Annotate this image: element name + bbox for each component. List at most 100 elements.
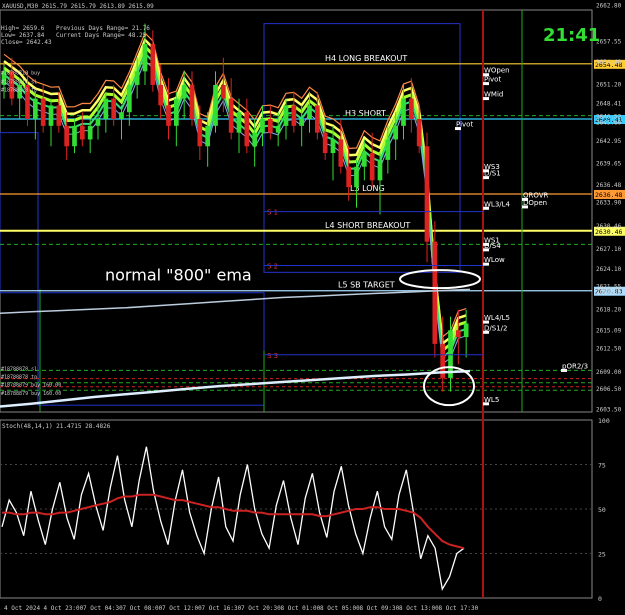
x-tick-label: 8 Oct 09:30 <box>360 605 400 612</box>
price-chart[interactable]: H4 LONG BREAKOUT2654.48H3 SHORT2648.41L3… <box>0 0 625 615</box>
y-tick-label: 2654.48 <box>596 59 622 66</box>
level-label: H3 SHORT <box>345 109 386 118</box>
y-tick-label: 2645.60 <box>596 120 622 127</box>
pivot-label: WMid <box>484 91 503 99</box>
y-tick-label: 2618.20 <box>596 306 622 313</box>
y-tick-label: 2630.46 <box>596 223 622 230</box>
x-tick-label: 8 Oct 17:30 <box>439 605 479 612</box>
level-label: L5 SB TARGET <box>338 281 395 290</box>
candle-body <box>369 153 375 181</box>
candle-body <box>244 112 250 147</box>
stoch-tick-label: 75 <box>598 462 606 470</box>
y-tick-label: 2636.48 <box>596 182 622 189</box>
y-tick-label: 2620.83 <box>596 289 622 296</box>
y-tick-label: 2606.50 <box>596 386 622 393</box>
y-tick-label: 2639.65 <box>596 160 622 167</box>
candle-body <box>455 330 461 338</box>
candle-body <box>275 125 281 133</box>
x-tick-label: 7 Oct 20:30 <box>241 605 281 612</box>
order-label: #18788879 buy 160.00 <box>1 391 61 397</box>
clock-text: 21:41 <box>543 25 600 46</box>
y-tick-label: 2633.90 <box>596 199 622 206</box>
x-tick-label: 4 Oct 23:00 <box>44 605 84 612</box>
y-tick-label: 2603.50 <box>596 407 622 414</box>
candle-body <box>416 119 422 147</box>
candle-body <box>385 139 391 160</box>
y-tick-label: 2609.00 <box>596 369 622 376</box>
x-tick-label: 7 Oct 04:30 <box>83 605 123 612</box>
y-tick-label: 2615.09 <box>596 328 622 335</box>
y-tick-label: 2651.20 <box>596 82 622 89</box>
pivot-label: Pivot <box>484 76 501 84</box>
candle-body <box>103 98 109 120</box>
candle-body <box>189 84 195 120</box>
candle-body <box>142 44 148 72</box>
info-high: High= 2659.6 <box>1 25 45 32</box>
stoch-tick-label: 100 <box>598 417 610 425</box>
pivot-label: WL5 <box>484 396 499 404</box>
candle-body <box>236 112 242 133</box>
order-label: #18788879 buy 160.00 <box>1 383 61 389</box>
s-label: S 1 <box>267 209 278 217</box>
candle-body <box>158 84 164 106</box>
y-tick-label: 2612.50 <box>596 345 622 352</box>
candle-body <box>307 105 312 120</box>
order-label: #18788718 buy <box>1 71 40 77</box>
y-tick-label: 2642.95 <box>596 138 622 145</box>
s-label: S 2 <box>267 263 278 271</box>
candle-body <box>173 98 179 126</box>
trading-chart-window: H4 LONG BREAKOUT 2654.48 H3 SHORT 2648.41 L3… <box>0 0 625 615</box>
pivot-label: WL4/L5 <box>484 314 510 322</box>
info-low: Low= 2637.84 <box>1 32 45 39</box>
y-tick-label: 2648.41 <box>596 101 622 108</box>
candle-body <box>299 119 305 126</box>
x-tick-label: 8 Oct 01:00 <box>281 605 321 612</box>
pivot-label: WL3/L4 <box>484 200 511 208</box>
pivot-label: WOpen <box>484 67 510 75</box>
candle-body <box>346 166 352 188</box>
candle-body <box>291 105 297 126</box>
candle-body <box>267 119 273 133</box>
candle-body <box>181 84 187 99</box>
pivot-label: pOR2/3 <box>562 362 588 370</box>
candle-body <box>95 119 101 126</box>
level-label: H4 LONG BREAKOUT <box>325 54 407 63</box>
candle-body <box>401 98 406 126</box>
candle-body <box>393 125 399 140</box>
info-close: Close= 2642.43 <box>1 39 52 46</box>
s-label: S 3 <box>267 352 278 360</box>
y-tick-label: 2662.80 <box>596 3 622 10</box>
chart-info-header: XAUUSD,M30 2615.79 2615.79 2613.89 2615.… <box>2 3 154 10</box>
annotation-text: normal "800" ema <box>105 265 252 284</box>
candle-body <box>283 105 289 126</box>
candle-body <box>424 146 430 242</box>
candle-body <box>330 139 336 154</box>
candle-body <box>213 84 218 126</box>
stoch-tick-label: 25 <box>598 551 606 559</box>
candle-body <box>463 323 469 338</box>
pivot-label: D/S4 <box>484 242 501 250</box>
pivot-label: Pivot <box>456 121 473 129</box>
stoch-tick-label: 0 <box>598 595 602 603</box>
y-tick-label: 2627.10 <box>596 246 622 253</box>
candle-body <box>322 132 328 154</box>
candle-body <box>126 84 132 113</box>
candle-body <box>252 132 258 147</box>
pivot-label: D/S1/2 <box>484 324 507 332</box>
stoch-title: Stoch(48,14,1) 21.4715 28.4826 <box>2 423 111 430</box>
info-curr-range: Current Days Range= 48.25 <box>56 32 147 39</box>
candle-body <box>56 105 62 126</box>
pivot-label: WLow <box>484 256 505 264</box>
order-label: #18788828 tp <box>1 88 37 94</box>
candle-body <box>260 119 265 133</box>
order-label: #18788878 tp <box>1 375 37 381</box>
order-label: #18788878 sl <box>1 366 37 372</box>
y-tick-label: 2624.10 <box>596 266 622 273</box>
candle-body <box>228 98 234 133</box>
candle-body <box>87 125 93 140</box>
x-tick-label: 8 Oct 05:00 <box>320 605 360 612</box>
candle-body <box>377 159 383 181</box>
level-label: L4 SHORT BREAKOUT <box>325 221 410 230</box>
order-label: #18788718 sl <box>1 80 37 86</box>
x-tick-label: 7 Oct 12:00 <box>162 605 202 612</box>
